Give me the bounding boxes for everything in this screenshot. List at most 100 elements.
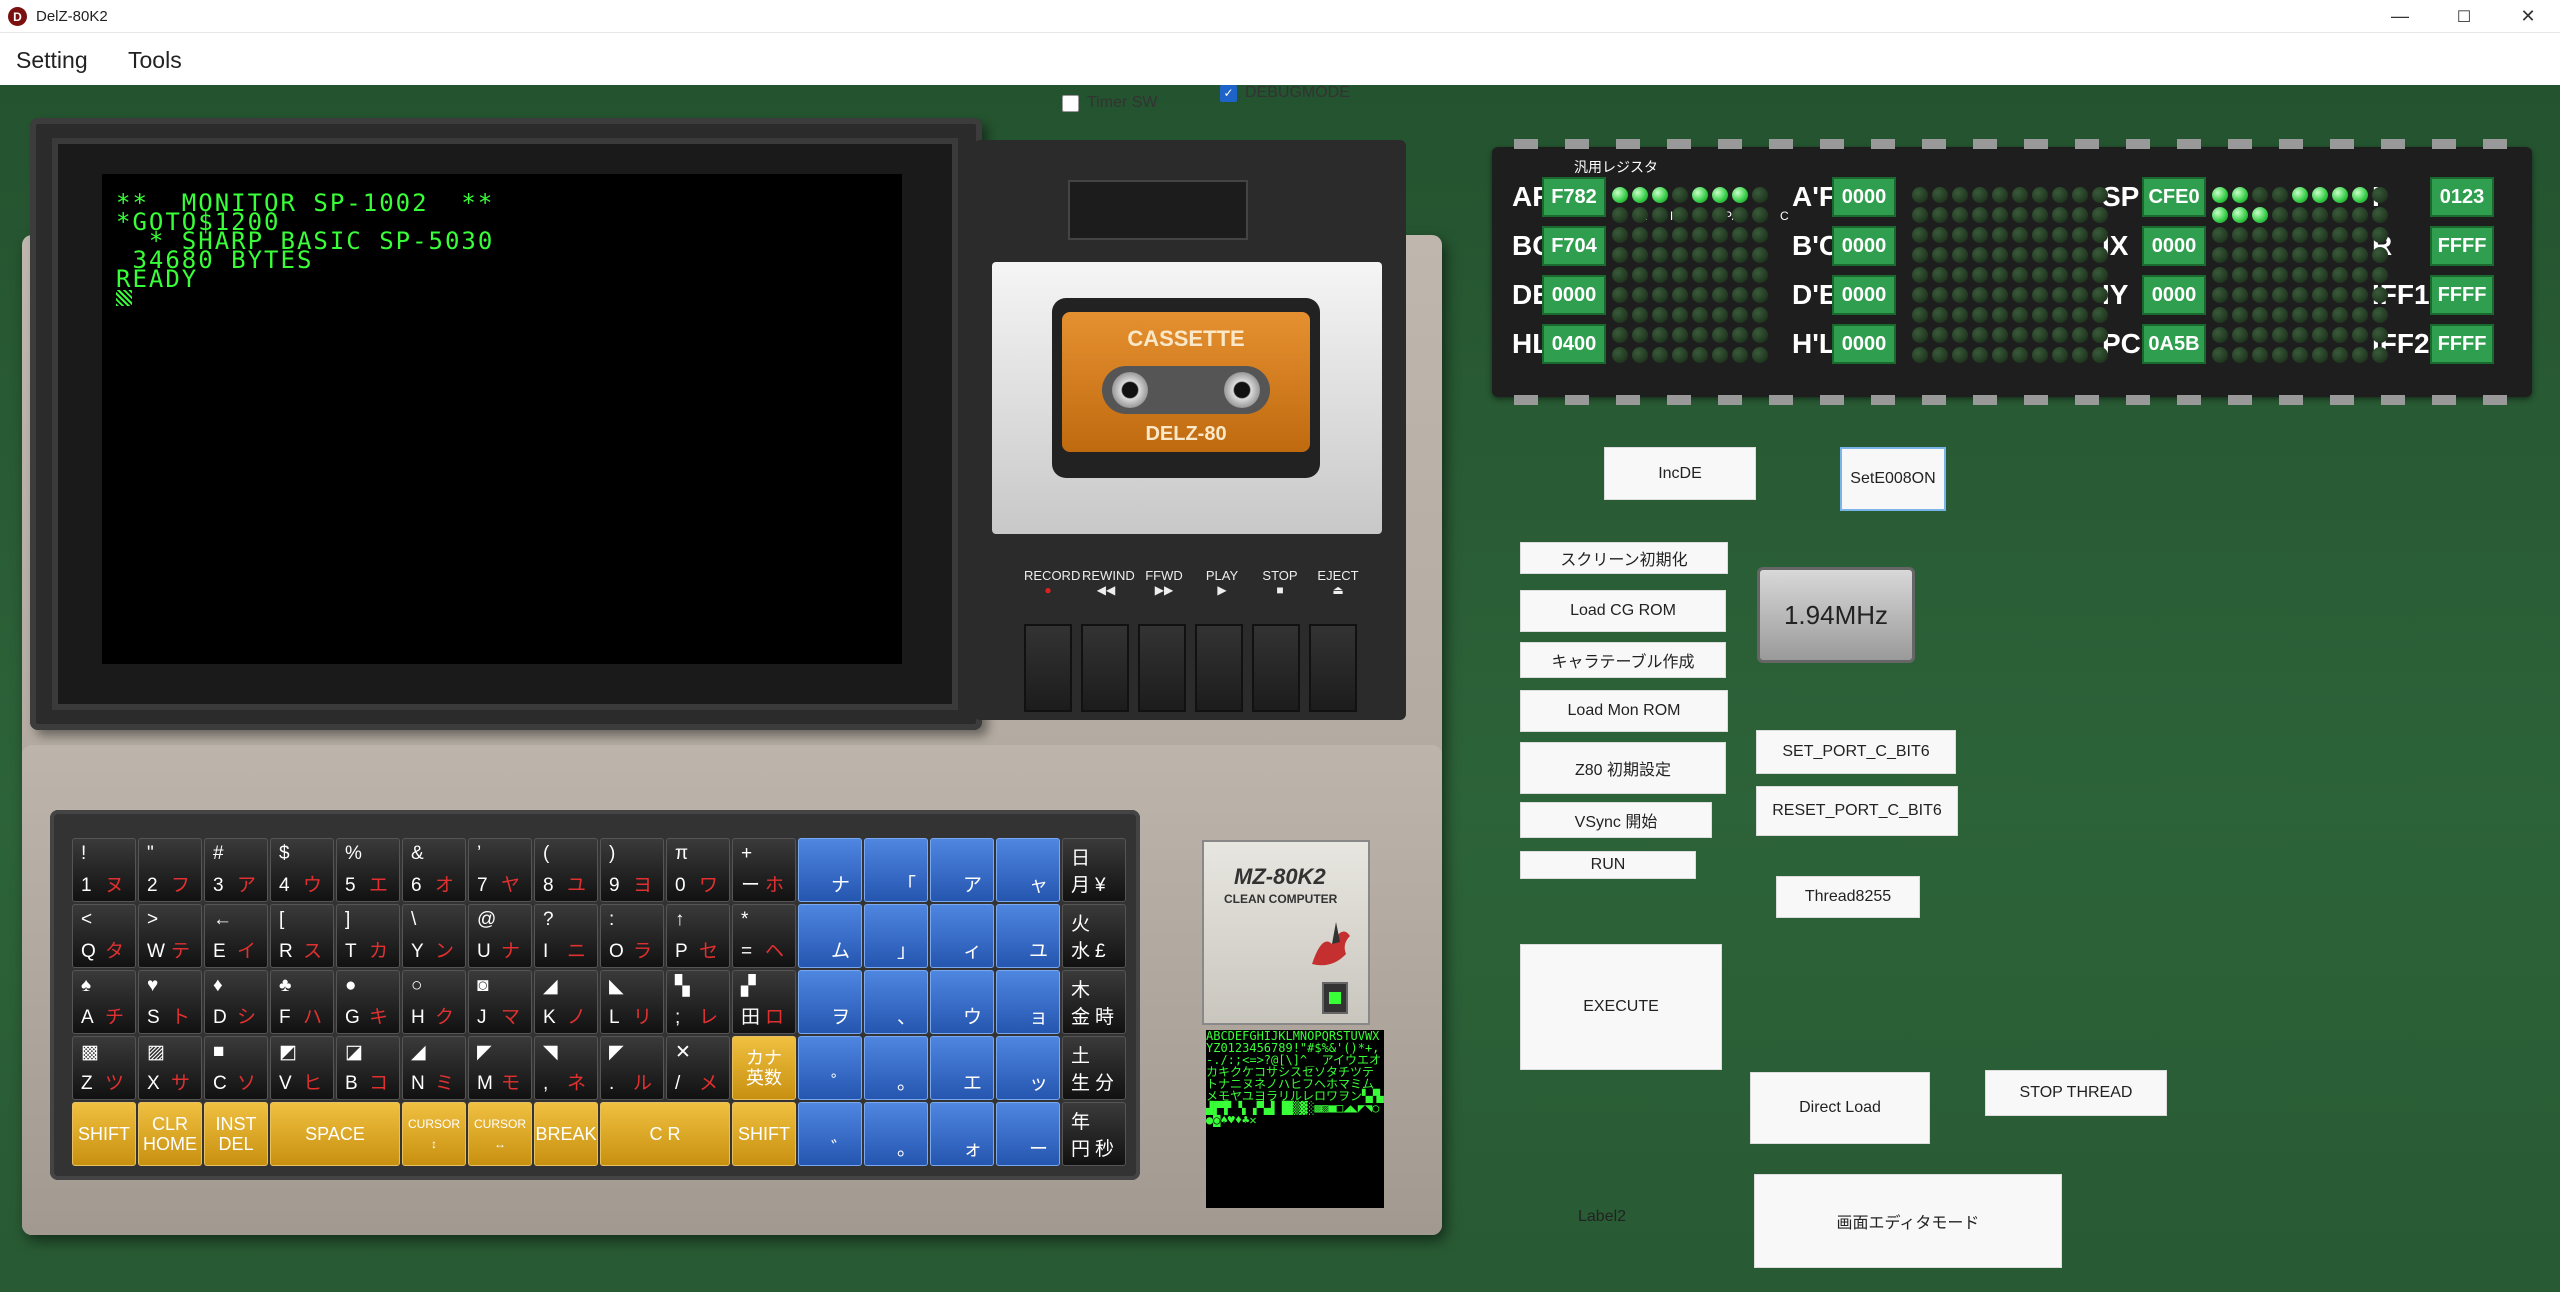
key-0-0[interactable]: !1ヌ <box>72 838 136 902</box>
kanji-key-0[interactable]: 日月¥ <box>1062 838 1126 902</box>
key-3-1[interactable]: ▨Xサ <box>138 1036 202 1100</box>
graphic-key-2-2[interactable]: ウ <box>930 970 994 1034</box>
crt-screen[interactable]: ** MONITOR SP-1002 ** *GOTO$1200 * SHARP… <box>102 174 902 664</box>
key-1-7[interactable]: ?Iニ <box>534 904 598 968</box>
menu-tools[interactable]: Tools <box>128 47 182 74</box>
debugmode-checkbox[interactable]: ✓ DEBUGMODE <box>1220 84 1350 102</box>
key-0-1[interactable]: "2フ <box>138 838 202 902</box>
incde-button[interactable]: IncDE <box>1604 447 1756 500</box>
rewind-button[interactable] <box>1081 624 1129 712</box>
key-2-8[interactable]: ◣Lリ <box>600 970 664 1034</box>
key-2-10[interactable]: ▞田ロ <box>732 970 796 1034</box>
load-cg-rom-button[interactable]: Load CG ROM <box>1520 590 1726 632</box>
key-3-4[interactable]: ◪Bコ <box>336 1036 400 1100</box>
eject-button[interactable] <box>1309 624 1357 712</box>
load-mon-rom-button[interactable]: Load Mon ROM <box>1520 690 1728 732</box>
play-button[interactable] <box>1195 624 1243 712</box>
thread8255-button[interactable]: Thread8255 <box>1776 876 1920 918</box>
key-0-7[interactable]: (8ユ <box>534 838 598 902</box>
graphic-key-3-2[interactable]: エ <box>930 1036 994 1100</box>
graphic-key-3-1[interactable]: 。 <box>864 1036 928 1100</box>
set-port-c-bit6-button[interactable]: SET_PORT_C_BIT6 <box>1756 730 1956 774</box>
minimize-button[interactable]: — <box>2368 0 2432 33</box>
key-2-3[interactable]: ♣Fハ <box>270 970 334 1034</box>
run-button[interactable]: RUN <box>1520 851 1696 879</box>
key-1-6[interactable]: @Uナ <box>468 904 532 968</box>
stop-button[interactable] <box>1252 624 1300 712</box>
key-0-2[interactable]: #3ア <box>204 838 268 902</box>
bottom-key-6[interactable]: BREAK <box>534 1102 598 1166</box>
graphic-key-0-3[interactable]: ャ <box>996 838 1060 902</box>
graphic-key-3-0[interactable]: ゜ <box>798 1036 862 1100</box>
key-2-4[interactable]: ●Gキ <box>336 970 400 1034</box>
reset-port-c-bit6-button[interactable]: RESET_PORT_C_BIT6 <box>1756 786 1958 836</box>
bottom-key-5[interactable]: CURSOR ↔ <box>468 1102 532 1166</box>
key-3-6[interactable]: ◤Mモ <box>468 1036 532 1100</box>
bottom-key-1[interactable]: CLR HOME <box>138 1102 202 1166</box>
key-1-5[interactable]: \Yン <box>402 904 466 968</box>
graphic-key-2-3[interactable]: ョ <box>996 970 1060 1034</box>
graphic-key-4-3[interactable]: ー <box>996 1102 1060 1166</box>
key-1-8[interactable]: :Oラ <box>600 904 664 968</box>
key-3-3[interactable]: ◩Vヒ <box>270 1036 334 1100</box>
kanji-key-2[interactable]: 木金時 <box>1062 970 1126 1034</box>
graphic-key-4-0[interactable]: ゛ <box>798 1102 862 1166</box>
key-2-0[interactable]: ♠Aチ <box>72 970 136 1034</box>
key-0-3[interactable]: $4ウ <box>270 838 334 902</box>
bottom-key-0[interactable]: SHIFT <box>72 1102 136 1166</box>
key-3-5[interactable]: ◢Nミ <box>402 1036 466 1100</box>
graphic-key-4-1[interactable]: 。 <box>864 1102 928 1166</box>
kanji-key-4[interactable]: 年円秒 <box>1062 1102 1126 1166</box>
key-0-4[interactable]: %5エ <box>336 838 400 902</box>
execute-button[interactable]: EXECUTE <box>1520 944 1722 1070</box>
key-1-0[interactable]: <Qタ <box>72 904 136 968</box>
graphic-key-1-3[interactable]: ユ <box>996 904 1060 968</box>
close-button[interactable]: ✕ <box>2496 0 2560 33</box>
key-0-8[interactable]: )9ヨ <box>600 838 664 902</box>
key-3-2[interactable]: ■Cソ <box>204 1036 268 1100</box>
graphic-key-0-2[interactable]: ア <box>930 838 994 902</box>
key-3-7[interactable]: ◥,ネ <box>534 1036 598 1100</box>
screen-editor-mode-button[interactable]: 画面エディタモード <box>1754 1174 2062 1268</box>
key-1-3[interactable]: [Rス <box>270 904 334 968</box>
stop-thread-button[interactable]: STOP THREAD <box>1985 1070 2167 1116</box>
key-1-2[interactable]: ←Eイ <box>204 904 268 968</box>
key-2-5[interactable]: ○Hク <box>402 970 466 1034</box>
graphic-key-2-1[interactable]: 、 <box>864 970 928 1034</box>
key-3-0[interactable]: ▩Zツ <box>72 1036 136 1100</box>
check-icon[interactable]: ✓ <box>1220 85 1237 102</box>
key-0-5[interactable]: &6オ <box>402 838 466 902</box>
key-1-9[interactable]: ↑Pセ <box>666 904 730 968</box>
key-1-1[interactable]: >Wテ <box>138 904 202 968</box>
kana-eisu-key[interactable]: カナ 英数 <box>732 1036 796 1100</box>
graphic-key-1-2[interactable]: ィ <box>930 904 994 968</box>
key-3-9[interactable]: ✕/メ <box>666 1036 730 1100</box>
graphic-key-3-3[interactable]: ッ <box>996 1036 1060 1100</box>
graphic-key-2-0[interactable]: ヲ <box>798 970 862 1034</box>
bottom-key-3[interactable]: SPACE <box>270 1102 400 1166</box>
key-0-6[interactable]: ’7ヤ <box>468 838 532 902</box>
graphic-key-0-0[interactable]: ナ <box>798 838 862 902</box>
timer-sw-checkbox[interactable]: Timer SW <box>1062 94 1158 112</box>
direct-load-button[interactable]: Direct Load <box>1750 1072 1930 1144</box>
graphic-key-0-1[interactable]: 「 <box>864 838 928 902</box>
maximize-button[interactable]: ☐ <box>2432 0 2496 33</box>
sete008on-button[interactable]: SetE008ON <box>1840 447 1946 511</box>
bottom-key-8[interactable]: SHIFT <box>732 1102 796 1166</box>
kanji-key-1[interactable]: 火水£ <box>1062 904 1126 968</box>
key-2-6[interactable]: ◙Jマ <box>468 970 532 1034</box>
bottom-key-2[interactable]: INST DEL <box>204 1102 268 1166</box>
checkbox-box[interactable] <box>1062 95 1079 112</box>
menu-setting[interactable]: Setting <box>16 47 88 74</box>
record-button[interactable] <box>1024 624 1072 712</box>
z80-init-button[interactable]: Z80 初期設定 <box>1520 742 1726 794</box>
key-2-9[interactable]: ▚;レ <box>666 970 730 1034</box>
key-1-10[interactable]: *=ヘ <box>732 904 796 968</box>
create-chartable-button[interactable]: キャラテーブル作成 <box>1520 642 1726 678</box>
graphic-key-1-0[interactable]: ム <box>798 904 862 968</box>
graphic-key-1-1[interactable]: 」 <box>864 904 928 968</box>
key-2-7[interactable]: ◢Kノ <box>534 970 598 1034</box>
key-2-1[interactable]: ♥Sト <box>138 970 202 1034</box>
graphic-key-4-2[interactable]: ォ <box>930 1102 994 1166</box>
key-1-4[interactable]: ]Tカ <box>336 904 400 968</box>
